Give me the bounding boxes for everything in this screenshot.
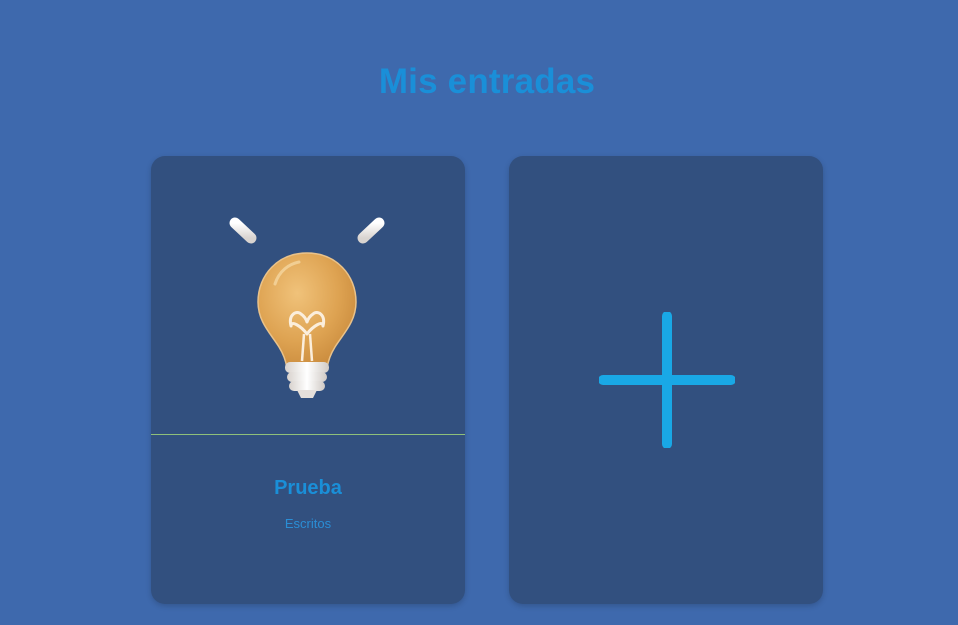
entry-title: Prueba	[274, 477, 342, 499]
add-entry-card[interactable]	[509, 156, 823, 604]
page: Mis entradas Prueba Escritos	[0, 0, 958, 625]
card-divider	[151, 434, 465, 435]
page-title: Mis entradas	[378, 62, 596, 101]
entry-card[interactable]: Prueba Escritos	[151, 156, 465, 604]
entry-category: Escritos	[284, 516, 332, 531]
lightbulb-icon	[195, 190, 420, 398]
plus-icon	[599, 312, 735, 448]
